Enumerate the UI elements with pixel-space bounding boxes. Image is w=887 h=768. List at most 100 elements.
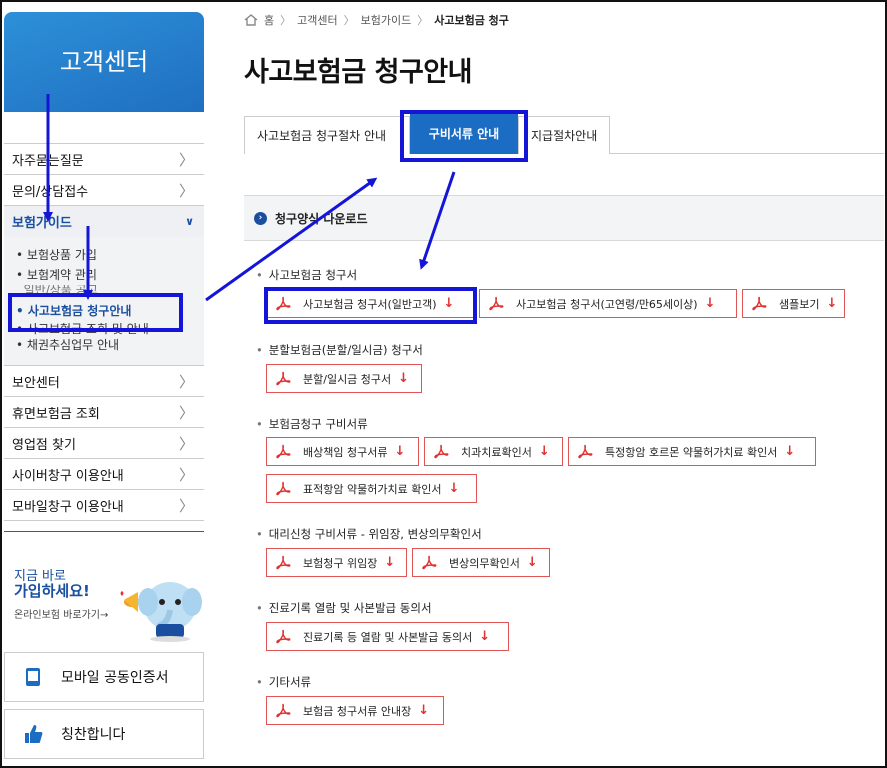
file-label: 변상의무확인서 xyxy=(449,556,520,570)
file-label: 치과치료확인서 xyxy=(461,445,532,459)
promo-banner[interactable]: 지금 바로 가입하세요! 온라인보험 바로가기→ xyxy=(4,531,204,642)
chevron-right-icon: 〉 xyxy=(178,181,194,200)
chevron-right-icon: 〉 xyxy=(178,465,194,484)
file-download-button[interactable]: 특정항암 호르몬 약물허가치료 확인서 ↓ xyxy=(568,437,816,466)
pdf-icon xyxy=(577,444,593,460)
sidebar-item-label: 사이버창구 이용안내 xyxy=(12,468,124,484)
submenu-item[interactable]: • 보험계약 관리 xyxy=(16,265,204,285)
file-download-button[interactable]: 보험청구 위임장 ↓ xyxy=(266,548,407,577)
file-download-button[interactable]: 변상의무확인서 ↓ xyxy=(412,548,550,577)
sidebar-item-label: 영업점 찾기 xyxy=(12,437,76,453)
download-arrow-icon: ↓ xyxy=(538,444,550,459)
pdf-icon xyxy=(433,444,449,460)
download-forms-header[interactable]: › 청구양식 다운로드 xyxy=(244,195,884,241)
file-download-button[interactable]: 표적항암 약물허가치료 확인서 ↓ xyxy=(266,474,477,503)
file-label: 보험금 청구서류 안내장 xyxy=(303,704,412,718)
file-download-button[interactable]: 분할/일시금 청구서 ↓ xyxy=(266,364,422,393)
customer-center-title: 고객센터 xyxy=(59,47,149,76)
download-arrow-icon: ↓ xyxy=(443,296,455,311)
chevron-right-icon: 〉 xyxy=(178,403,194,422)
sidebar-item-label: 문의/상담접수 xyxy=(12,184,89,200)
pdf-icon xyxy=(275,703,291,719)
sidebar-item-insurance-guide[interactable]: 보험가이드 ∨ xyxy=(4,206,204,237)
breadcrumb-item[interactable]: 고객센터 xyxy=(297,12,337,28)
section-title: 대리신청 구비서류 - 위임장, 변상의무확인서 xyxy=(256,526,482,542)
section-title: 보험금청구 구비서류 xyxy=(256,416,368,432)
section-title: 사고보험금 청구서 xyxy=(256,267,357,283)
file-download-button[interactable]: 치과치료확인서 ↓ xyxy=(424,437,563,466)
submenu-item-claim-guide[interactable]: • 사고보험금 청구안내 xyxy=(16,301,204,321)
pdf-icon xyxy=(275,296,291,312)
file-label: 보험청구 위임장 xyxy=(303,556,378,570)
file-label: 샘플보기 xyxy=(779,297,820,311)
tab-required-documents[interactable]: 구비서류 안내 xyxy=(410,112,518,154)
file-download-button[interactable]: 진료기록 등 열람 및 사본발급 동의서 ↓ xyxy=(266,622,509,651)
breadcrumb-item[interactable]: 홈 xyxy=(264,12,274,28)
file-download-button[interactable]: 사고보험금 청구서(고연령/만65세이상) ↓ xyxy=(479,289,737,318)
submenu-label: 사고보험금 청구안내 xyxy=(27,304,132,318)
promo-link[interactable]: 온라인보험 바로가기→ xyxy=(14,606,108,621)
mobile-cert-label: 모바일 공동인증서 xyxy=(61,670,169,686)
sidebar: 고객센터 자주묻는질문 〉 문의/상담접수 〉 보험가이드 ∨ • 보험상품 가입 •… xyxy=(4,12,204,642)
breadcrumb-separator: 〉 xyxy=(343,14,355,27)
download-arrow-icon: ↓ xyxy=(526,555,538,570)
home-icon[interactable] xyxy=(244,14,258,26)
download-forms-label: 청구양식 다운로드 xyxy=(275,211,368,226)
customer-center-banner[interactable]: 고객센터 xyxy=(4,12,204,112)
submenu-label: 사고보험금 조회 및 안내 xyxy=(26,323,149,335)
chevron-right-icon: 〉 xyxy=(178,372,194,391)
praise-button[interactable]: 칭찬합니다 xyxy=(4,709,204,759)
sidebar-menu: 자주묻는질문 〉 문의/상담접수 〉 보험가이드 ∨ • 보험상품 가입 • 보험계약… xyxy=(4,143,204,521)
submenu-item[interactable]: 일반/상품 공고 xyxy=(16,285,204,295)
section-title: 진료기록 열람 및 사본발급 동의서 xyxy=(256,600,432,616)
chevron-right-icon: 〉 xyxy=(178,434,194,453)
file-label: 진료기록 등 열람 및 사본발급 동의서 xyxy=(303,630,473,644)
sidebar-item-security[interactable]: 보안센터 〉 xyxy=(4,366,204,397)
file-label: 배상책임 청구서류 xyxy=(303,445,388,459)
breadcrumb: 홈 〉 고객센터 〉 보험가이드 〉 사고보험금 청구 xyxy=(244,12,509,28)
file-download-button[interactable]: 사고보험금 청구서(일반고객) ↓ xyxy=(266,289,474,318)
praise-label: 칭찬합니다 xyxy=(61,727,126,743)
file-label: 특정항암 호르몬 약물허가치료 확인서 xyxy=(605,445,778,459)
sidebar-item-faq[interactable]: 자주묻는질문 〉 xyxy=(4,144,204,175)
promo-line2: 가입하세요! xyxy=(14,582,90,600)
page-title: 사고보험금 청구안내 xyxy=(244,57,472,88)
pdf-icon xyxy=(275,444,291,460)
elephant-mascot-icon xyxy=(120,582,202,642)
file-label: 분할/일시금 청구서 xyxy=(303,372,392,386)
sidebar-item-mobile[interactable]: 모바일창구 이용안내 〉 xyxy=(4,490,204,521)
file-download-button[interactable]: 배상책임 청구서류 ↓ xyxy=(266,437,419,466)
mobile-phone-icon xyxy=(26,668,40,686)
sidebar-item-label: 모바일창구 이용안내 xyxy=(12,499,124,515)
file-download-button[interactable]: 보험금 청구서류 안내장 ↓ xyxy=(266,696,444,725)
sidebar-item-label: 자주묻는질문 xyxy=(12,153,84,169)
pdf-icon xyxy=(751,296,767,312)
submenu-label: 보험상품 가입 xyxy=(26,248,97,262)
file-download-button[interactable]: 샘플보기 ↓ xyxy=(742,289,845,318)
sidebar-item-label: 보안센터 xyxy=(12,375,60,391)
submenu-item[interactable]: • 보험상품 가입 xyxy=(16,245,204,265)
section-title: 기타서류 xyxy=(256,674,311,690)
file-label: 표적항암 약물허가치료 확인서 xyxy=(303,482,442,496)
download-arrow-icon: ↓ xyxy=(384,555,396,570)
section-title: 분할보험금(분할/일시금) 청구서 xyxy=(256,342,423,358)
download-arrow-icon: ↓ xyxy=(448,481,460,496)
submenu-label: 보험계약 관리 xyxy=(26,268,97,282)
sidebar-item-inquiry[interactable]: 문의/상담접수 〉 xyxy=(4,175,204,206)
download-arrow-icon: ↓ xyxy=(826,296,838,311)
download-arrow-icon: ↓ xyxy=(784,444,796,459)
submenu-label: 채권추심업무 안내 xyxy=(26,338,120,352)
breadcrumb-separator: 〉 xyxy=(280,14,292,27)
pdf-icon xyxy=(275,555,291,571)
sidebar-item-cyber[interactable]: 사이버창구 이용안내 〉 xyxy=(4,459,204,490)
sidebar-item-dormant[interactable]: 휴면보험금 조회 〉 xyxy=(4,397,204,428)
breadcrumb-item[interactable]: 보험가이드 xyxy=(361,12,412,28)
sidebar-item-branch[interactable]: 영업점 찾기 〉 xyxy=(4,428,204,459)
tab-claim-procedure[interactable]: 사고보험금 청구절차 안내 xyxy=(244,116,410,154)
sidebar-item-label: 휴면보험금 조회 xyxy=(12,406,100,422)
submenu-item[interactable]: • 채권추심업무 안내 xyxy=(16,335,204,355)
mobile-cert-button[interactable]: 모바일 공동인증서 xyxy=(4,652,204,702)
submenu-item[interactable]: • 사고보험금 조회 및 안내 xyxy=(16,323,204,335)
tab-payment-procedure[interactable]: 지급절차안내 xyxy=(518,116,610,154)
download-arrow-icon: ↓ xyxy=(704,296,716,311)
